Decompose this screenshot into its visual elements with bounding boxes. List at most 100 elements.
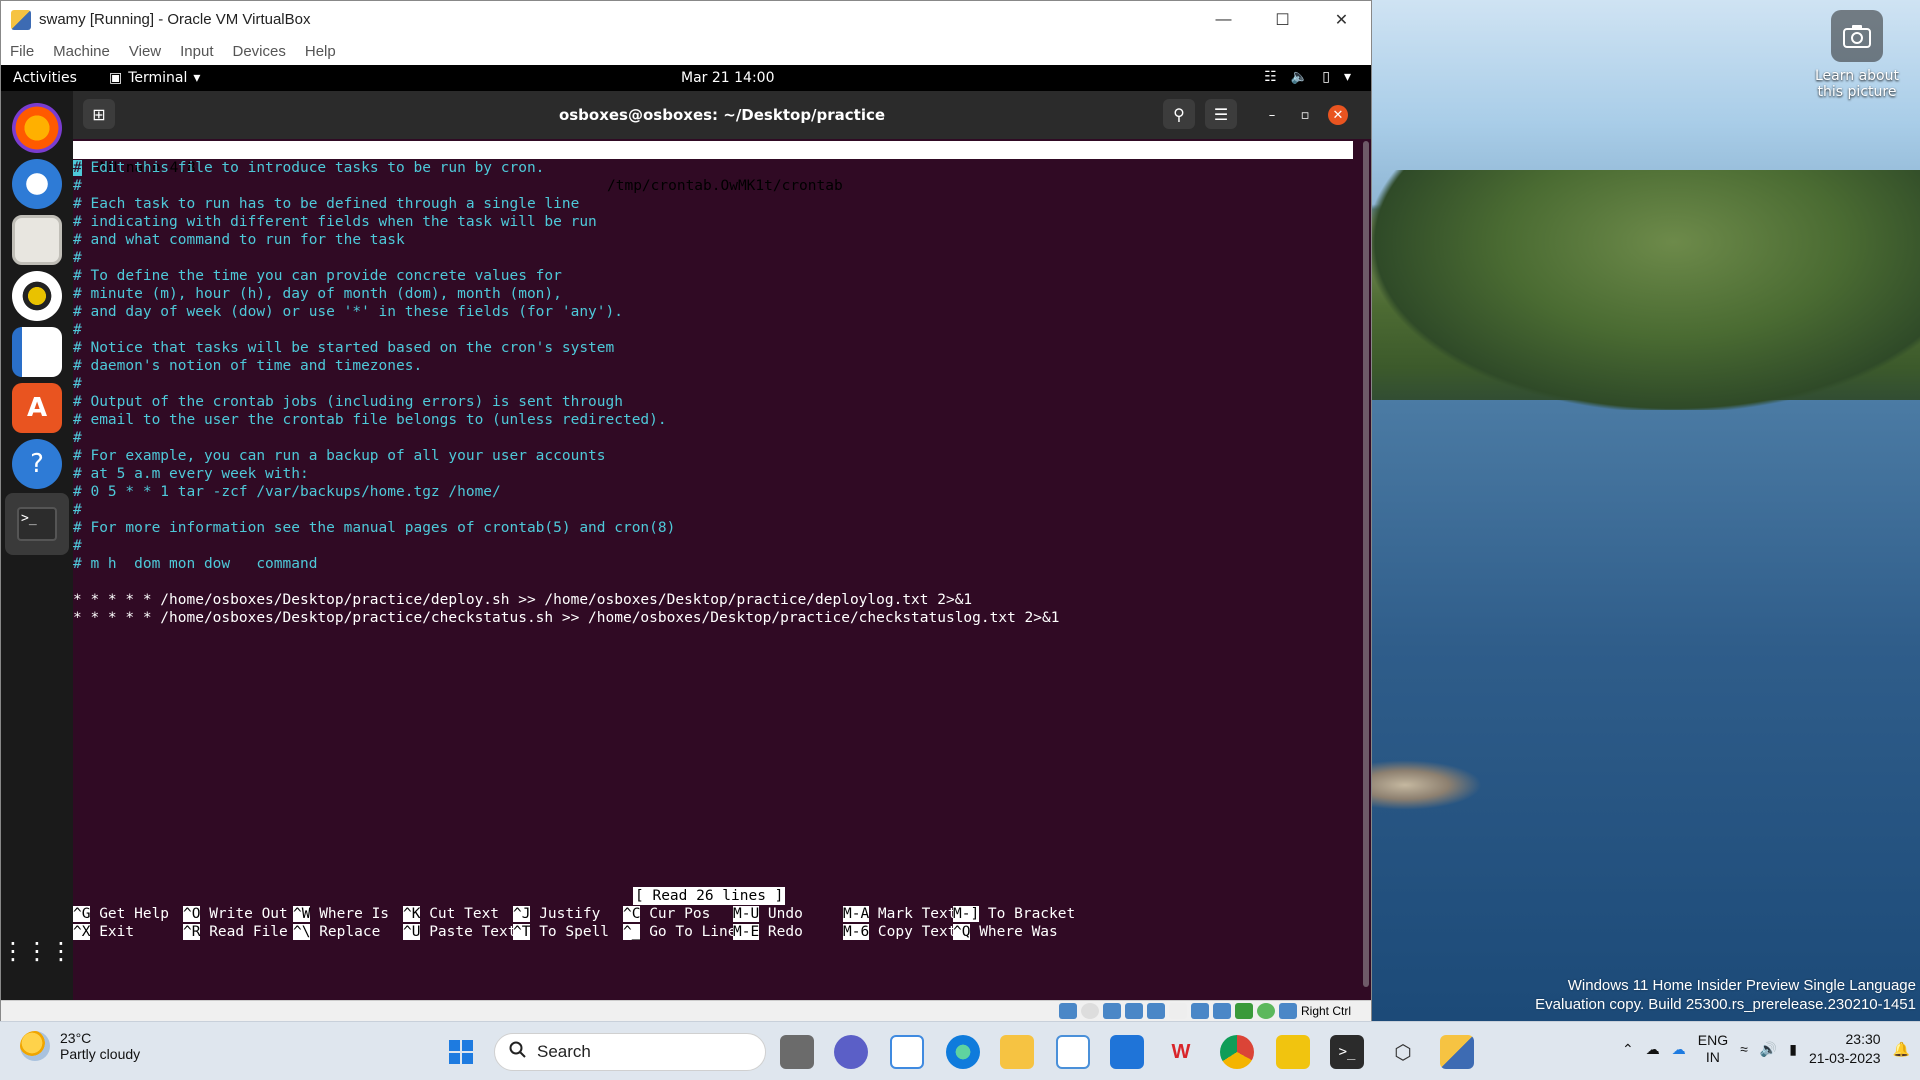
weather-widget[interactable]: 23°C Partly cloudy [20,1030,140,1062]
hard-disk-icon[interactable] [1058,1003,1077,1019]
maximize-button[interactable]: ☐ [1253,1,1312,38]
shared-folders-icon[interactable] [1168,1003,1187,1019]
learn-about-picture-button[interactable]: Learn about this picture [1802,10,1912,100]
nano-text-line[interactable]: # [73,429,1353,447]
optical-drive-icon[interactable] [1080,1003,1099,1019]
vm-cube-icon[interactable]: ⬡ [1386,1035,1420,1069]
nano-text-line[interactable]: # [73,537,1353,555]
shortcut-label: Write Out [200,906,288,922]
nano-text-line[interactable]: # daemon's notion of time and timezones. [73,357,1353,375]
battery-icon[interactable]: ▮ [1789,1041,1797,1058]
onedrive-icon[interactable]: ☁ [1672,1041,1686,1058]
nano-text-line[interactable]: # To define the time you can provide con… [73,267,1353,285]
nano-text-line[interactable]: # [73,249,1353,267]
show-applications-icon[interactable]: ⋮⋮⋮ [1,926,73,976]
nano-text-line[interactable]: # and what command to run for the task [73,231,1353,249]
nano-text-line[interactable]: # Output of the crontab jobs (including … [73,393,1353,411]
hamburger-menu-button[interactable]: ☰ [1205,99,1237,129]
menu-input[interactable]: Input [180,43,213,60]
nano-text-line[interactable]: # email to the user the crontab file bel… [73,411,1353,429]
notification-bell-icon[interactable]: 🔔 [1893,1041,1910,1058]
nano-text-area[interactable]: # Edit this file to introduce tasks to b… [73,159,1353,627]
network-adapter-icon[interactable] [1124,1003,1143,1019]
nano-text-line[interactable]: # m h dom mon dow command [73,555,1353,573]
top-bar-clock[interactable]: Mar 21 14:00 [681,70,774,86]
edge-browser-icon[interactable] [946,1035,980,1069]
teams-chat-icon[interactable] [834,1035,868,1069]
rhythmbox-icon[interactable] [12,271,62,321]
guest-additions-icon[interactable] [1256,1003,1275,1019]
usb-icon[interactable] [1146,1003,1165,1019]
close-button[interactable]: ✕ [1312,1,1371,38]
nano-text-line[interactable] [73,573,1353,591]
nano-text-line[interactable]: # minute (m), hour (h), day of month (do… [73,285,1353,303]
terminal-icon[interactable]: >_ [5,493,69,555]
nano-text-line[interactable]: # [73,501,1353,519]
terminal-restore-button[interactable]: ▫ [1295,105,1315,125]
taskbar-search-box[interactable]: Search [494,1033,766,1071]
nano-text-line[interactable]: # Each task to run has to be defined thr… [73,195,1353,213]
menu-machine[interactable]: Machine [53,43,110,60]
search-button[interactable]: ⚲ [1163,99,1195,129]
nano-text-line[interactable]: # [73,321,1353,339]
libreoffice-writer-icon[interactable] [12,327,62,377]
files-icon[interactable] [12,215,62,265]
task-view-icon[interactable] [780,1035,814,1069]
thunderbird-icon[interactable] [12,159,62,209]
shortcut-key: ^Q [953,924,971,940]
audio-icon[interactable] [1102,1003,1121,1019]
cloud-weather-icon[interactable]: ☁ [1646,1041,1660,1058]
shortcut-label: Go To Line [640,924,737,940]
menu-help[interactable]: Help [305,43,336,60]
terminal-close-button[interactable]: ✕ [1328,105,1348,125]
chrome-icon[interactable] [1220,1035,1254,1069]
terminal-app-icon[interactable]: >_ [1330,1035,1364,1069]
terminal-scrollbar[interactable] [1363,141,1369,987]
chevron-up-icon[interactable]: ⌃ [1622,1041,1634,1058]
recording-icon[interactable] [1212,1003,1231,1019]
help-icon[interactable]: ? [12,439,62,489]
nano-text-line[interactable]: # Edit this file to introduce tasks to b… [73,159,1353,177]
virtualbox-taskbar-icon[interactable] [1440,1035,1474,1069]
nano-text-line[interactable]: # at 5 a.m every week with: [73,465,1353,483]
display-icon[interactable] [1190,1003,1209,1019]
speaker-icon[interactable]: 🔊 [1760,1041,1777,1058]
vbox-titlebar[interactable]: swamy [Running] - Oracle VM VirtualBox —… [1,1,1371,38]
shortcut-key: ^J [513,906,531,922]
file-explorer-icon[interactable] [1000,1035,1034,1069]
nano-text-line[interactable]: * * * * * /home/osboxes/Desktop/practice… [73,591,1353,609]
software-icon[interactable]: A [12,383,62,433]
notes-app-icon[interactable] [1276,1035,1310,1069]
system-tray[interactable]: ☷ 🔈 ▯ ▾ [1264,69,1351,85]
terminal-minimize-button[interactable]: – [1262,105,1282,125]
nano-text-line[interactable]: # 0 5 * * 1 tar -zcf /var/backups/home.t… [73,483,1353,501]
nano-text-line[interactable]: # For more information see the manual pa… [73,519,1353,537]
notepad-icon[interactable] [890,1035,924,1069]
mouse-integration-icon[interactable] [1278,1003,1297,1019]
nano-text-line[interactable]: # and day of week (dow) or use '*' in th… [73,303,1353,321]
minimize-button[interactable]: — [1194,1,1253,38]
menu-view[interactable]: View [129,43,161,60]
wallpaper-mountain [1372,170,1920,410]
microsoft-store-icon[interactable] [1056,1035,1090,1069]
activities-button[interactable]: Activities [1,70,109,86]
menu-file[interactable]: File [10,43,34,60]
nano-editor[interactable]: GNU nano 4.8 /tmp/crontab.OwMK1t/crontab… [73,139,1361,1000]
menu-devices[interactable]: Devices [233,43,286,60]
firefox-icon[interactable] [12,103,62,153]
nano-text-line[interactable]: * * * * * /home/osboxes/Desktop/practice… [73,609,1353,627]
terminal-headerbar[interactable]: ⊞ osboxes@osboxes: ~/Desktop/practice ⚲ … [73,91,1371,139]
nano-text-line[interactable]: # [73,375,1353,393]
nano-text-line[interactable]: # Notice that tasks will be started base… [73,339,1353,357]
mail-icon[interactable] [1110,1035,1144,1069]
wps-office-icon[interactable]: W [1164,1035,1198,1069]
wifi-icon[interactable]: ≈ [1740,1041,1748,1057]
windows-start-icon[interactable] [444,1035,478,1069]
taskbar-clock[interactable]: 23:30 21-03-2023 [1809,1030,1881,1068]
cpu-activity-icon[interactable] [1234,1003,1253,1019]
nano-text-line[interactable]: # [73,177,1353,195]
language-indicator[interactable]: ENG IN [1698,1032,1728,1066]
nano-text-line[interactable]: # indicating with different fields when … [73,213,1353,231]
nano-text-line[interactable]: # For example, you can run a backup of a… [73,447,1353,465]
app-menu-terminal[interactable]: ▣ Terminal ▾ [109,70,200,86]
